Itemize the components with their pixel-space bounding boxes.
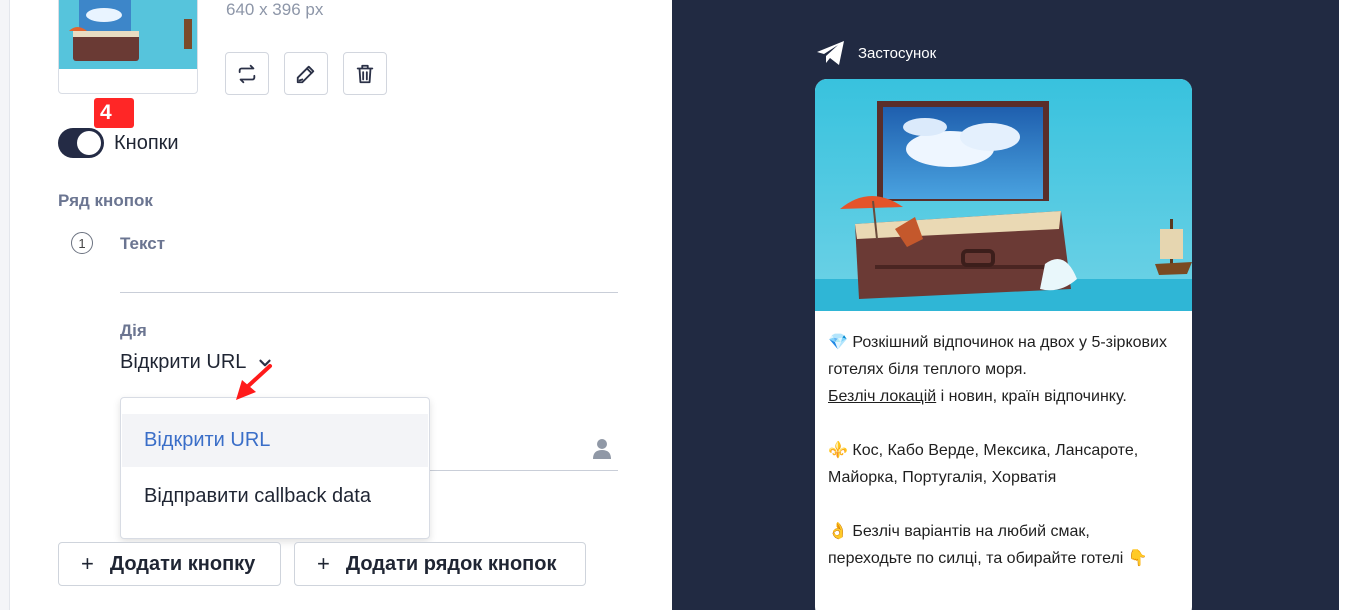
image-size-text: 640 x 396 px (226, 0, 324, 19)
message-line-2-rest: і новин, країн відпочинку. (936, 388, 1127, 405)
red-arrow-annotation (236, 364, 272, 400)
message-image (815, 79, 1192, 311)
add-button-label: Додати кнопку (109, 552, 256, 575)
step-badge: 4 (94, 98, 134, 128)
dropdown-option-callback[interactable]: Відправити callback data (122, 470, 428, 523)
message-text: 💎 Розкішний відпочинок на двох у 5-зірко… (828, 329, 1178, 572)
message-line-2: Безліч локацій і новин, країн відпочинку… (828, 383, 1178, 410)
row-number: 1 (71, 232, 93, 254)
telegram-icon (817, 41, 844, 65)
add-row-button[interactable]: + Додати рядок кнопок (294, 542, 586, 586)
action-select-value: Відкрити URL (120, 351, 247, 373)
message-card: 💎 Розкішний відпочинок на двох у 5-зірко… (815, 79, 1192, 610)
add-button-button[interactable]: + Додати кнопку (58, 542, 281, 586)
buttons-toggle[interactable] (58, 128, 104, 158)
repeat-icon (238, 64, 256, 83)
action-field-label: Дія (120, 321, 147, 340)
preview-header: Застосунок (816, 40, 936, 66)
message-link[interactable]: Безліч локацій (828, 388, 936, 405)
toggle-knob (77, 131, 101, 155)
dropdown-option-open-url[interactable]: Відкрити URL (122, 414, 428, 467)
image-thumbnail (58, 0, 198, 94)
text-input-underline[interactable] (120, 292, 618, 293)
trash-icon (356, 64, 374, 83)
replace-image-button[interactable] (225, 52, 269, 95)
plus-icon: + (317, 551, 330, 576)
pencil-icon (296, 65, 315, 83)
message-line-4: 👌 Безліч варіантів на любий смак, перехо… (828, 523, 1148, 567)
action-dropdown: Відкрити URL Відправити callback data (120, 397, 430, 539)
delete-image-button[interactable] (343, 52, 387, 95)
text-field-label: Текст (120, 234, 166, 253)
app-name: Застосунок (858, 44, 937, 62)
user-icon[interactable] (592, 438, 612, 460)
edit-image-button[interactable] (284, 52, 328, 95)
toggle-label: Кнопки (114, 132, 179, 154)
message-line-1: 💎 Розкішний відпочинок на двох у 5-зірко… (828, 334, 1167, 378)
message-line-3: ⚜️ Кос, Кабо Верде, Мексика, Лансароте, … (828, 442, 1139, 486)
buttons-row-label: Ряд кнопок (58, 191, 153, 210)
scroll-track[interactable] (1339, 0, 1356, 610)
add-row-label: Додати рядок кнопок (345, 552, 557, 575)
left-gutter (0, 0, 10, 610)
plus-icon: + (81, 551, 94, 576)
